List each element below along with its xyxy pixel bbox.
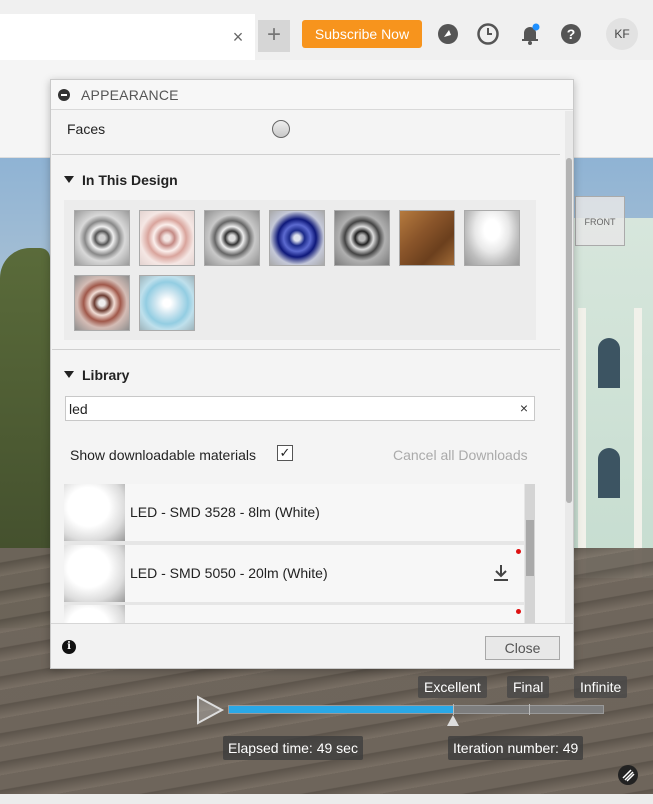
design-materials-grid (64, 200, 536, 340)
new-tab-button[interactable]: + (258, 20, 290, 52)
divider (52, 349, 560, 350)
scrollbar-thumb[interactable] (566, 158, 572, 503)
render-progress-track[interactable] (228, 704, 604, 715)
faces-label: Faces (67, 121, 106, 137)
bell-icon[interactable] (518, 22, 542, 46)
expand-triangle-icon (64, 176, 74, 183)
in-this-design-header[interactable]: In This Design (64, 172, 178, 188)
download-status-dot (516, 609, 521, 614)
app-header: × + Subscribe Now ? KF (0, 0, 653, 60)
building-column (634, 308, 642, 578)
collapse-icon[interactable] (58, 89, 70, 101)
expand-triangle-icon (64, 371, 74, 378)
library-search-input[interactable]: led × (65, 396, 535, 421)
svg-text:?: ? (567, 26, 576, 42)
divider (52, 154, 560, 155)
list-item[interactable] (64, 605, 524, 623)
play-icon[interactable] (195, 694, 225, 726)
material-swatch[interactable] (139, 275, 195, 331)
render-settings-icon[interactable] (618, 765, 638, 785)
material-thumbnail (64, 605, 125, 623)
scene-building (570, 218, 653, 578)
material-thumbnail (64, 484, 125, 541)
dialog-scrollbar[interactable] (565, 111, 573, 623)
info-icon[interactable]: i (62, 640, 76, 654)
user-avatar[interactable]: KF (606, 18, 638, 50)
progress-thumb[interactable] (447, 715, 459, 726)
show-downloadable-checkbox[interactable]: ✓ (277, 445, 293, 461)
material-list-scrollbar[interactable] (525, 484, 535, 623)
show-downloadable-label: Show downloadable materials (70, 447, 256, 463)
help-icon[interactable]: ? (559, 22, 583, 46)
dialog-footer: i Close (51, 623, 573, 668)
progress-tick (529, 704, 530, 715)
download-icon[interactable] (492, 563, 510, 583)
in-this-design-title: In This Design (82, 172, 178, 188)
material-name: LED - SMD 5050 - 20lm (White) (130, 565, 328, 581)
cancel-all-downloads-button[interactable]: Cancel all Downloads (393, 447, 528, 463)
scrollbar-thumb[interactable] (526, 520, 534, 576)
material-thumbnail (64, 545, 125, 602)
material-swatch[interactable] (74, 210, 130, 266)
quality-infinite-button[interactable]: Infinite (574, 676, 628, 698)
elapsed-time-label: Elapsed time: 49 sec (223, 736, 363, 760)
compass-icon[interactable] (436, 22, 460, 46)
building-column (578, 308, 586, 578)
material-swatch[interactable] (74, 275, 130, 331)
dialog-header[interactable]: APPEARANCE (51, 80, 573, 110)
appearance-dialog: APPEARANCE Faces In This Design Library … (50, 79, 574, 669)
viewcube[interactable]: FRONT (575, 196, 625, 246)
iteration-number-label: Iteration number: 49 (448, 736, 584, 760)
list-item[interactable]: LED - SMD 5050 - 20lm (White) (64, 545, 524, 602)
list-item[interactable]: LED - SMD 3528 - 8lm (White) (64, 484, 524, 541)
window-title-strip (0, 0, 653, 12)
material-swatch[interactable] (334, 210, 390, 266)
library-title: Library (82, 367, 130, 383)
render-progress-fill (229, 706, 453, 713)
material-swatch[interactable] (139, 210, 195, 266)
dialog-content: Faces In This Design Library led × Show … (52, 111, 572, 623)
document-tab[interactable] (0, 14, 255, 60)
material-name: LED - SMD 3528 - 8lm (White) (130, 504, 320, 520)
library-header[interactable]: Library (64, 367, 129, 383)
dialog-title: APPEARANCE (81, 87, 179, 103)
quality-excellent-button[interactable]: Excellent (418, 676, 487, 698)
clock-icon[interactable] (476, 22, 500, 46)
quality-final-button[interactable]: Final (507, 676, 550, 698)
progress-tick (453, 704, 454, 715)
status-strip (0, 794, 653, 804)
close-tab-icon[interactable]: × (227, 26, 249, 48)
search-value: led (69, 401, 88, 417)
close-button[interactable]: Close (485, 636, 560, 660)
material-swatch[interactable] (464, 210, 520, 266)
library-material-list: LED - SMD 3528 - 8lm (White) LED - SMD 5… (64, 484, 535, 623)
building-window (598, 448, 620, 498)
download-status-dot (516, 549, 521, 554)
subscribe-button[interactable]: Subscribe Now (302, 20, 422, 48)
material-swatch[interactable] (399, 210, 455, 266)
clear-search-icon[interactable]: × (520, 400, 528, 416)
faces-radio[interactable] (272, 120, 290, 138)
material-swatch[interactable] (269, 210, 325, 266)
building-window (598, 338, 620, 388)
material-swatch[interactable] (204, 210, 260, 266)
